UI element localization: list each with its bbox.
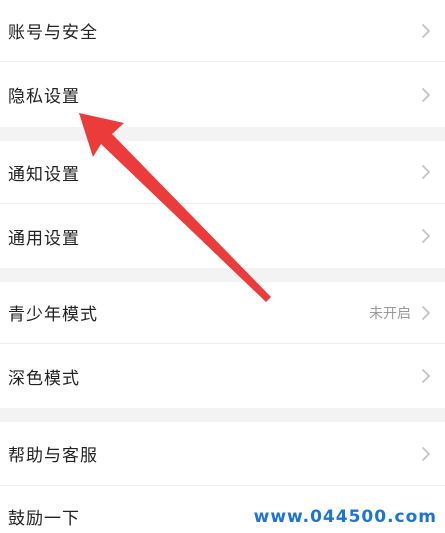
chevron-right-icon <box>422 23 430 38</box>
settings-item-label: 鼓励一下 <box>8 509 80 529</box>
settings-item-label: 账号与安全 <box>8 23 98 43</box>
teen-mode-status: 未开启 <box>369 305 411 322</box>
chevron-right-icon <box>422 305 430 320</box>
chevron-right-icon <box>422 229 430 243</box>
section-divider <box>0 127 445 141</box>
settings-item-notifications[interactable]: 通知设置 <box>0 141 445 204</box>
chevron-right-icon <box>422 165 430 179</box>
settings-item-label: 帮助与客服 <box>8 446 98 466</box>
settings-item-label: 通知设置 <box>8 164 80 185</box>
chevron-right-icon <box>422 87 430 102</box>
settings-list: 账号与安全 隐私设置 通知设置 通用设置 青少年模式 未开启 深色模式 帮助与客… <box>0 0 445 533</box>
settings-item-privacy[interactable]: 隐私设置 <box>0 62 445 127</box>
settings-item-account-security[interactable]: 账号与安全 <box>0 0 445 62</box>
settings-item-teen-mode[interactable]: 青少年模式 未开启 <box>0 282 445 344</box>
settings-item-label: 青少年模式 <box>8 305 98 325</box>
watermark-text: www.044500.com <box>253 507 437 527</box>
settings-item-label: 深色模式 <box>8 368 80 389</box>
settings-item-label: 通用设置 <box>8 228 80 249</box>
chevron-right-icon <box>422 446 430 461</box>
settings-item-label: 隐私设置 <box>8 87 80 107</box>
settings-item-general[interactable]: 通用设置 <box>0 204 445 268</box>
section-divider <box>0 408 445 422</box>
settings-item-dark-mode[interactable]: 深色模式 <box>0 344 445 408</box>
chevron-right-icon <box>422 369 430 383</box>
settings-item-help[interactable]: 帮助与客服 <box>0 422 445 486</box>
section-divider <box>0 268 445 282</box>
